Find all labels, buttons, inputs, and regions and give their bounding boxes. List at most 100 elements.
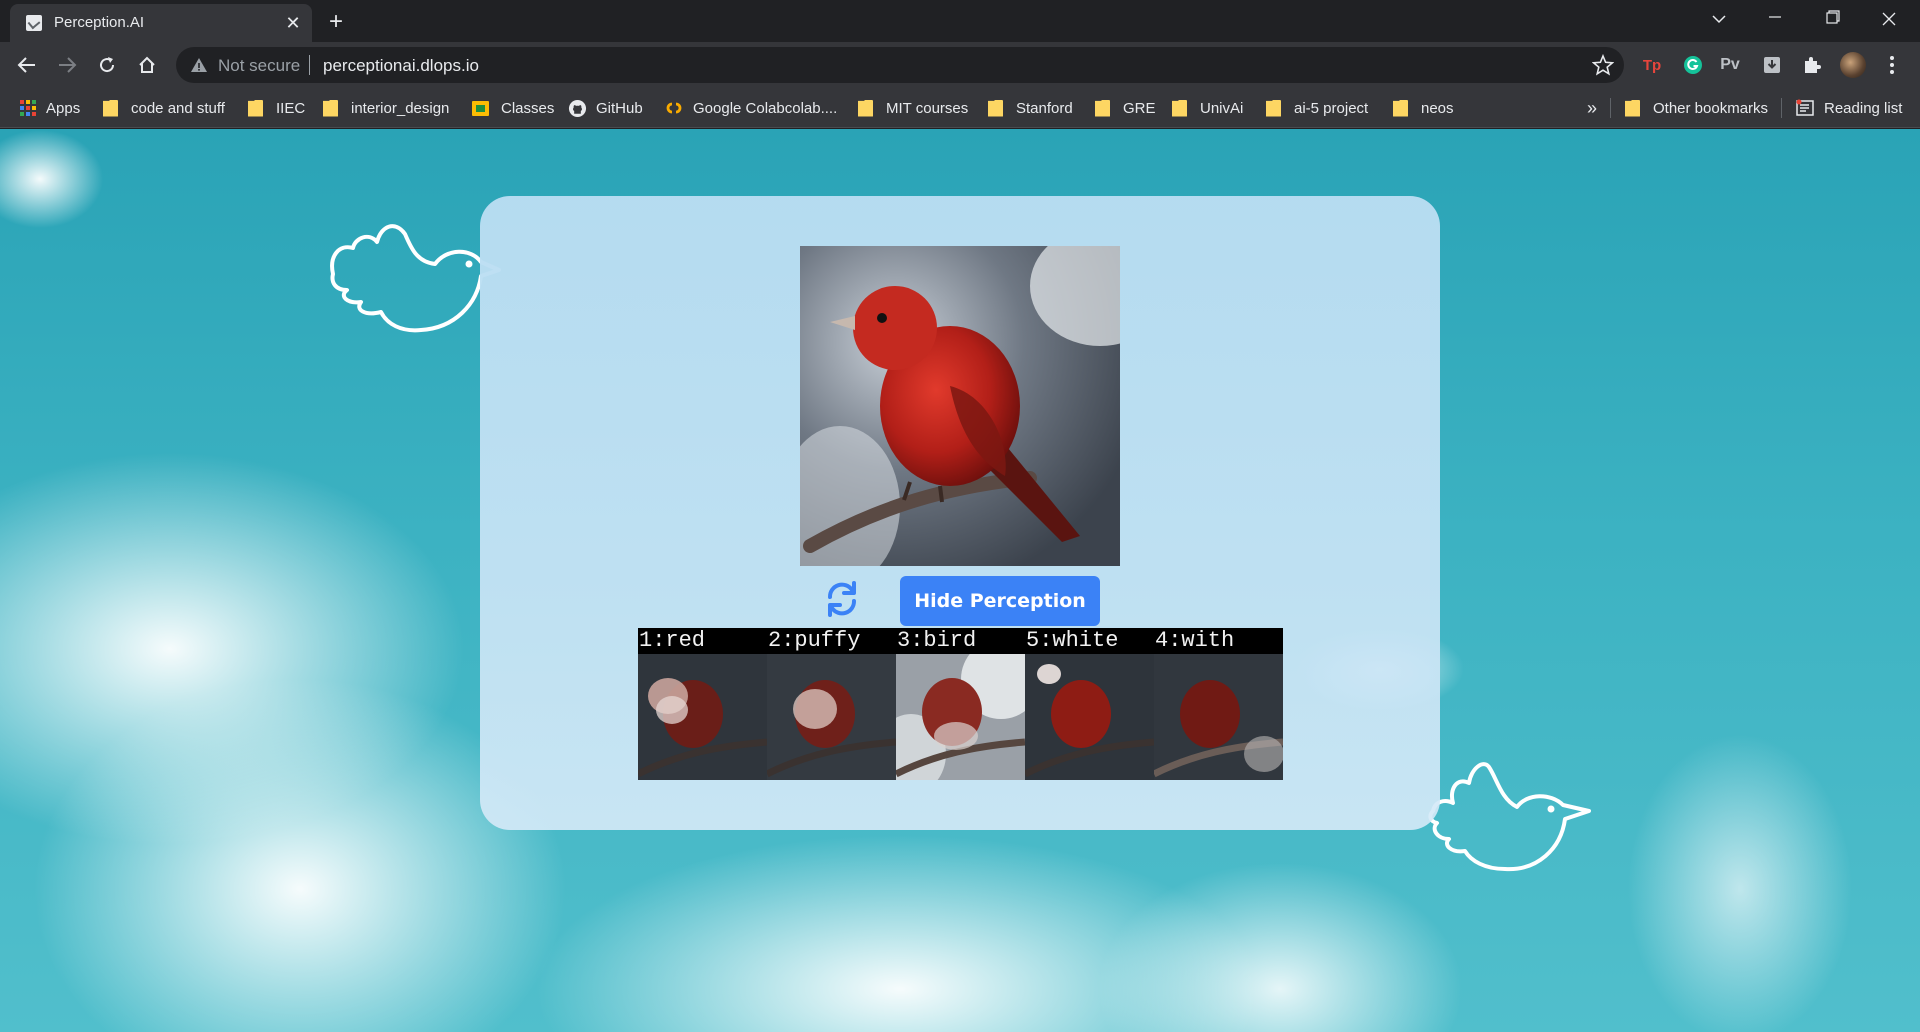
red-bird-image	[800, 246, 1120, 566]
bookmarks-overflow-button[interactable]: »	[1587, 88, 1597, 128]
bookmark-label: Reading list	[1824, 99, 1903, 117]
bookmark-univai[interactable]: UnivAi	[1172, 88, 1243, 128]
refresh-icon[interactable]	[822, 579, 862, 619]
perception-item: 4:with	[1154, 628, 1283, 780]
bookmark-mit-courses[interactable]: MIT courses	[858, 88, 968, 128]
attention-map-image	[896, 654, 1025, 780]
apps-grid-icon	[20, 100, 36, 116]
tp-extension-label: Tp	[1642, 56, 1662, 74]
perception-label: 2:puffy	[768, 628, 861, 653]
download-extension-icon[interactable]	[1760, 53, 1784, 77]
attention-map-image	[767, 654, 896, 780]
security-label[interactable]: Not secure	[218, 56, 300, 76]
folder-icon	[858, 99, 873, 117]
bookmark-label: Classes	[501, 99, 555, 117]
reading-list-icon	[1796, 99, 1814, 117]
folder-icon	[103, 99, 118, 117]
new-tab-button[interactable]: +	[322, 8, 350, 36]
bookmarks-divider	[1781, 98, 1782, 118]
bookmark-gre[interactable]: GRE	[1095, 88, 1156, 128]
tp-extension-icon[interactable]: Tp	[1640, 53, 1664, 77]
grammarly-extension-icon[interactable]	[1681, 53, 1705, 77]
tab-title: Perception.AI	[54, 14, 145, 31]
bookmark-label: code and stuff	[131, 99, 225, 117]
hide-perception-button[interactable]: Hide Perception	[900, 576, 1100, 626]
forward-arrow-icon[interactable]	[53, 51, 81, 79]
extensions-puzzle-icon[interactable]	[1800, 53, 1824, 77]
bookmark-other-bookmarks[interactable]: Other bookmarks	[1625, 88, 1768, 128]
bookmark-google-colab[interactable]: Google Colabcolab....	[664, 88, 837, 128]
bookmark-ai-5-project[interactable]: ai-5 project	[1266, 88, 1368, 128]
reload-icon[interactable]	[93, 51, 121, 79]
attention-map-image	[1154, 654, 1283, 780]
tab-search-chevron-icon[interactable]	[1696, 6, 1742, 34]
perception-item: 5:white	[1025, 628, 1154, 780]
folder-icon	[323, 99, 338, 117]
bookmark-apps[interactable]: Apps	[20, 88, 80, 128]
address-bar[interactable]: Not secure perceptionai.dlops.io	[176, 47, 1624, 83]
bookmark-label: UnivAi	[1200, 99, 1244, 117]
bookmark-label: ai-5 project	[1294, 99, 1369, 117]
folder-icon	[1393, 99, 1408, 117]
perception-item: 3:bird	[896, 628, 1025, 780]
perception-item: 2:puffy	[767, 628, 896, 780]
bookmarks-divider	[1610, 98, 1611, 118]
bookmark-github[interactable]: GitHub	[568, 88, 643, 128]
pv-extension-icon[interactable]: Pv	[1718, 53, 1742, 77]
bookmark-label: MIT courses	[886, 99, 969, 117]
minimize-window-button[interactable]	[1752, 6, 1798, 34]
close-window-button[interactable]	[1866, 6, 1912, 34]
folder-icon	[988, 99, 1003, 117]
kebab-menu-icon[interactable]	[1880, 53, 1904, 77]
browser-toolbar: Not secure perceptionai.dlops.io Tp Pv	[0, 42, 1920, 88]
perception-item: 1:red	[638, 628, 767, 780]
bookmark-label: Stanford	[1016, 99, 1073, 117]
bird-doodle-icon	[1428, 762, 1591, 872]
home-icon[interactable]	[133, 51, 161, 79]
perception-strip: 1:red 2:puffy 3:bird 5:white 4:with	[638, 628, 1283, 780]
perception-card: Hide Perception 1:red 2:puffy 3:bird 5:w…	[480, 196, 1440, 830]
url-divider	[309, 55, 310, 75]
site-favicon-icon	[26, 15, 42, 31]
colab-icon	[664, 101, 684, 115]
classroom-icon	[472, 100, 489, 116]
bookmark-neos[interactable]: neos	[1393, 88, 1454, 128]
close-tab-icon[interactable]: ✕	[282, 12, 304, 34]
attention-map-image	[1025, 654, 1154, 780]
folder-icon	[248, 99, 263, 117]
github-icon	[568, 99, 587, 118]
restore-window-button[interactable]	[1810, 6, 1856, 34]
bookmark-label: Apps	[46, 99, 81, 117]
back-arrow-icon[interactable]	[13, 51, 41, 79]
page-viewport: Hide Perception 1:red 2:puffy 3:bird 5:w…	[0, 129, 1920, 1032]
pv-extension-label: Pv	[1720, 56, 1740, 73]
folder-icon	[1266, 99, 1281, 117]
bookmark-stanford[interactable]: Stanford	[988, 88, 1073, 128]
bookmark-interior-design[interactable]: interior_design	[323, 88, 449, 128]
tab-strip: Perception.AI ✕ +	[0, 0, 1920, 42]
perception-label: 3:bird	[897, 628, 977, 653]
bookmark-label: neos	[1421, 99, 1454, 117]
perception-label: 5:white	[1026, 628, 1119, 653]
bookmark-label: GitHub	[596, 99, 643, 117]
bookmark-label: GRE	[1123, 99, 1156, 117]
perception-label: 1:red	[639, 628, 706, 653]
bookmarks-bar: Apps code and stuff IIEC interior_design…	[0, 88, 1920, 128]
url-text[interactable]: perceptionai.dlops.io	[323, 56, 479, 76]
perception-label: 4:with	[1155, 628, 1235, 653]
browser-tab[interactable]: Perception.AI ✕	[10, 4, 312, 42]
bookmark-label: Google Colabcolab....	[693, 99, 838, 117]
bookmark-star-icon[interactable]	[1592, 54, 1614, 76]
reading-list-button[interactable]: Reading list	[1796, 88, 1902, 128]
warning-triangle-icon[interactable]	[190, 56, 208, 74]
profile-avatar[interactable]	[1840, 52, 1866, 78]
bookmark-label: Other bookmarks	[1653, 99, 1769, 117]
bookmark-iiec[interactable]: IIEC	[248, 88, 305, 128]
bookmark-classes[interactable]: Classes	[472, 88, 554, 128]
bookmark-label: IIEC	[276, 99, 306, 117]
bookmark-code-and-stuff[interactable]: code and stuff	[103, 88, 225, 128]
folder-icon	[1095, 99, 1110, 117]
bird-doodle-icon	[330, 224, 501, 333]
attention-map-image	[638, 654, 767, 780]
bookmark-label: interior_design	[351, 99, 450, 117]
